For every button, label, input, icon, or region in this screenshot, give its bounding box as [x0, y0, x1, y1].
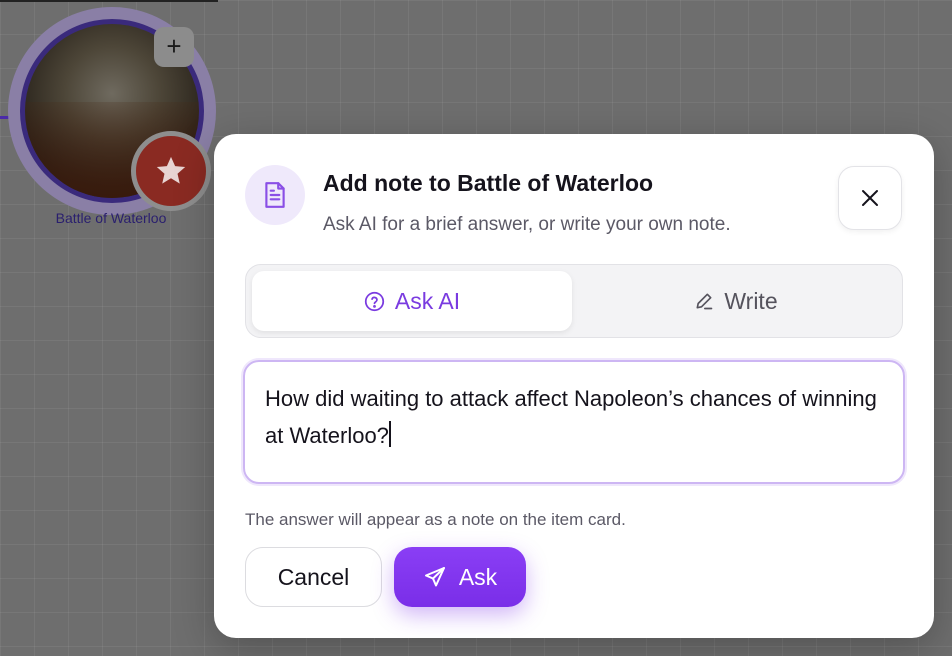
node-star-badge[interactable] [131, 131, 211, 211]
cancel-button[interactable]: Cancel [245, 547, 382, 607]
canvas-top-bar [0, 0, 218, 2]
mode-tabs: Ask AI Write [245, 264, 903, 338]
node-add-button[interactable]: + [154, 27, 194, 67]
tab-write[interactable]: Write [576, 271, 896, 331]
ask-button-label: Ask [458, 563, 498, 590]
plus-icon: + [166, 31, 182, 61]
question-input[interactable]: How did waiting to attack affect Napoleo… [243, 360, 905, 484]
answer-hint: The answer will appear as a note on the … [245, 510, 626, 529]
tab-ask-ai[interactable]: Ask AI [252, 271, 572, 331]
star-icon [156, 156, 186, 184]
dialog-subtitle: Ask AI for a brief answer, or write your… [323, 214, 731, 235]
document-icon [265, 182, 285, 208]
close-icon [862, 190, 878, 206]
cancel-button-label: Cancel [277, 563, 350, 590]
send-icon [424, 567, 445, 587]
ask-button[interactable]: Ask [394, 547, 526, 607]
tab-write-label: Write [724, 287, 778, 314]
node-label: Battle of Waterloo [55, 210, 167, 226]
text-caret [388, 421, 391, 447]
dialog-title: Add note to Battle of Waterloo [323, 170, 654, 196]
document-icon-badge [245, 165, 305, 225]
question-text: How did waiting to attack affect Napoleo… [265, 386, 877, 448]
tab-ask-ai-label: Ask AI [394, 287, 461, 314]
add-note-dialog: Add note to Battle of Waterloo Ask AI fo… [214, 134, 934, 638]
pencil-icon [696, 293, 713, 310]
question-circle-icon [364, 291, 385, 311]
close-button[interactable] [838, 166, 902, 230]
